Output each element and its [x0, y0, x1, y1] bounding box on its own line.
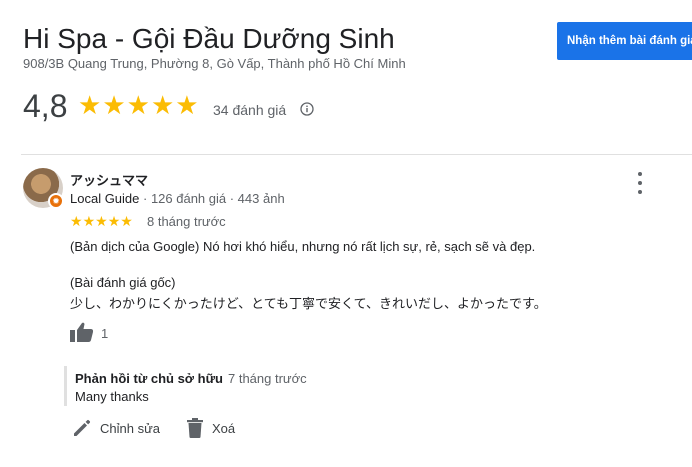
- review-time: 8 tháng trước: [147, 214, 226, 229]
- star-icon: ★: [95, 213, 108, 229]
- like-count: 1: [101, 326, 109, 341]
- delete-label: Xoá: [212, 420, 236, 436]
- review-translated-text: (Bản dịch của Google) Nó hơi khó hiểu, n…: [70, 239, 536, 254]
- rating-stars: ★ ★ ★ ★ ★: [78, 90, 199, 120]
- author-meta: Local Guide · 126 đánh giá · 443 ảnh: [70, 191, 285, 206]
- review-original-text: 少し、わかりにくかったけど、とても丁寧で安くて、きれいだし、よかったです。: [70, 296, 547, 311]
- owner-reply-text: Many thanks: [75, 389, 149, 404]
- star-icon: ★: [107, 213, 121, 229]
- pencil-icon: [74, 419, 91, 436]
- divider: [21, 154, 692, 155]
- star-icon: ★: [175, 90, 199, 120]
- thumb-up-icon[interactable]: [70, 322, 94, 342]
- review-stars: ★ ★ ★ ★ ★: [70, 213, 133, 229]
- local-guide-label: Local Guide: [70, 191, 140, 206]
- get-more-reviews-button[interactable]: Nhận thêm bài đánh giá: [557, 22, 692, 60]
- star-icon: ★: [78, 90, 102, 120]
- owner-reply-bar: [64, 366, 67, 406]
- star-icon: ★: [126, 90, 150, 120]
- review-count: 34 đánh giá: [213, 102, 287, 118]
- owner-reply-label: Phản hồi từ chủ sở hữu: [75, 371, 223, 386]
- star-icon: ★: [150, 90, 175, 120]
- trash-icon: [187, 418, 203, 438]
- star-icon: ★: [102, 90, 126, 120]
- edit-label: Chỉnh sửa: [100, 420, 161, 436]
- delete-reply-button[interactable]: Xoá: [186, 418, 235, 438]
- edit-reply-button[interactable]: Chỉnh sửa: [72, 418, 160, 438]
- rating-value: 4,8: [23, 88, 68, 124]
- local-guide-badge-icon: ✹: [48, 193, 64, 209]
- author-stats: · 126 đánh giá · 443 ảnh: [139, 191, 285, 206]
- review-original-label: (Bài đánh giá gốc): [70, 275, 176, 290]
- star-icon: ★: [120, 213, 133, 229]
- more-vert-icon[interactable]: [634, 172, 646, 194]
- info-icon[interactable]: [300, 102, 314, 116]
- owner-reply-time: 7 tháng trước: [228, 371, 307, 386]
- star-icon: ★: [70, 213, 83, 229]
- star-icon: ★: [82, 213, 96, 229]
- business-name: Hi Spa - Gội Đầu Dưỡng Sinh: [23, 23, 395, 54]
- business-address: 908/3B Quang Trung, Phường 8, Gò Vấp, Th…: [23, 56, 406, 71]
- review-author[interactable]: アッシュママ: [70, 170, 148, 189]
